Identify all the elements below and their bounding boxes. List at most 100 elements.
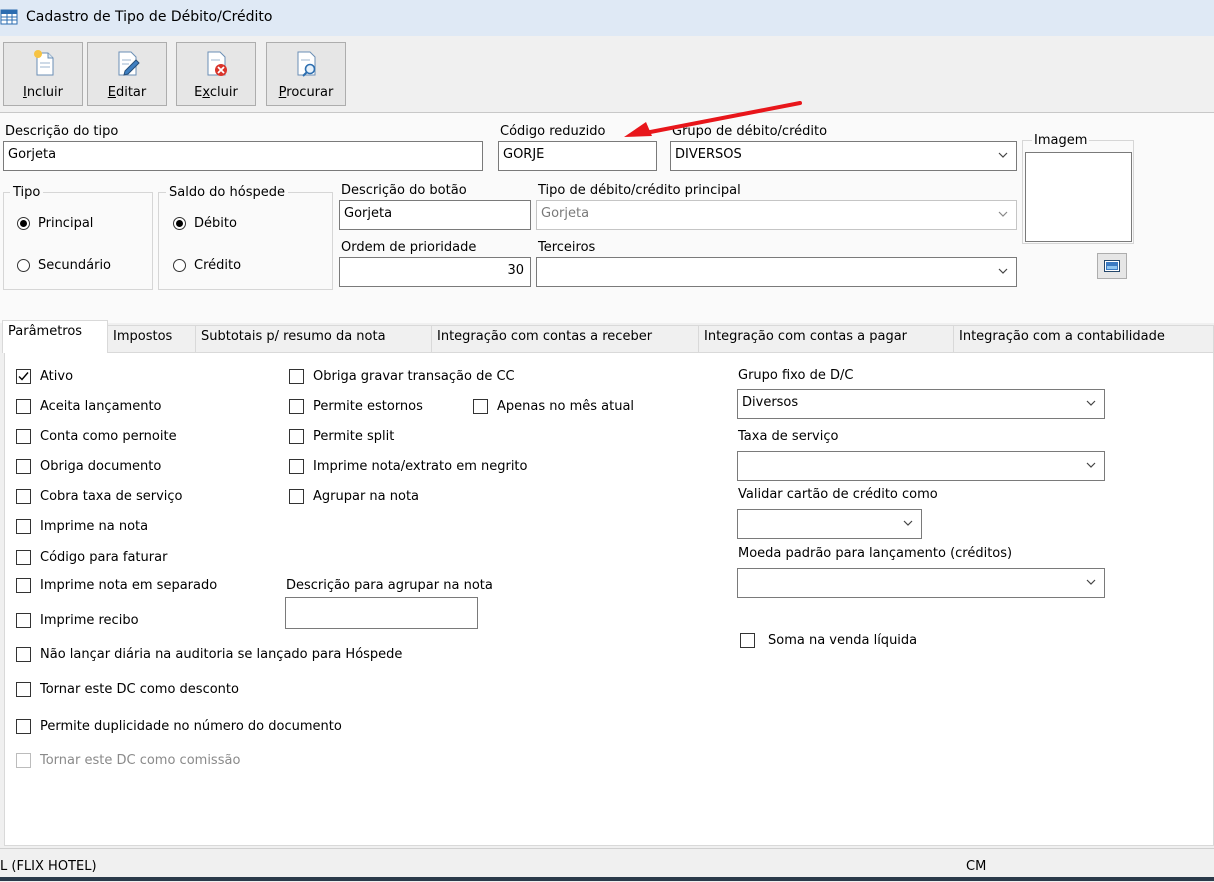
moeda-padrao-label: Moeda padrão para lançamento (créditos) (738, 546, 1013, 561)
imagem-label: Imagem (1032, 133, 1090, 148)
checkmark-icon (18, 372, 29, 381)
descricao-botao-label: Descrição do botão (341, 183, 467, 198)
tab-parametros-label: Parâmetros (8, 324, 83, 339)
grupo-dc-select[interactable]: DIVERSOS (670, 141, 1017, 171)
codigo-faturar-checkbox[interactable] (16, 550, 31, 565)
obriga-transacao-cc-label: Obriga gravar transação de CC (313, 369, 515, 384)
tab-parametros[interactable]: Parâmetros (2, 320, 108, 353)
cobra-taxa-servico-checkbox[interactable] (16, 489, 31, 504)
descricao-botao-input[interactable]: Gorjeta (339, 200, 531, 230)
ordem-prioridade-input[interactable]: 30 (339, 257, 531, 287)
grupo-fixo-value: Diversos (742, 395, 799, 410)
window-title: Cadastro de Tipo de Débito/Crédito (26, 9, 273, 25)
dc-desconto-label: Tornar este DC como desconto (40, 682, 239, 697)
tab-contabilidade[interactable]: Integração com a contabilidade (953, 325, 1214, 352)
chevron-down-icon (1086, 579, 1096, 585)
imprime-recibo-label: Imprime recibo (40, 613, 139, 628)
permite-split-checkbox[interactable] (289, 429, 304, 444)
soma-venda-checkbox[interactable] (740, 633, 755, 648)
tipo-secundario-radio[interactable] (17, 259, 30, 272)
dc-desconto-checkbox[interactable] (16, 682, 31, 697)
permite-estornos-checkbox[interactable] (289, 399, 304, 414)
editar-accesskey: E (107, 85, 116, 100)
saldo-debito-radio[interactable] (173, 217, 186, 230)
incluir-label: ncluir (26, 85, 64, 100)
descricao-agrupar-label: Descrição para agrupar na nota (286, 578, 493, 593)
status-right: CM (966, 859, 987, 874)
obriga-documento-label: Obriga documento (40, 459, 162, 474)
saldo-hospede-group (158, 192, 333, 290)
chevron-down-icon (903, 520, 913, 526)
codigo-faturar-label: Código para faturar (40, 550, 168, 565)
parametros-tab-page (4, 352, 1214, 846)
status-left: L (FLIX HOTEL) (0, 859, 97, 874)
ativo-label: Ativo (40, 369, 74, 384)
imagem-preview[interactable] (1025, 152, 1132, 242)
chevron-down-icon (998, 211, 1008, 217)
tipo-group (3, 192, 153, 290)
imprime-negrito-checkbox[interactable] (289, 459, 304, 474)
obriga-documento-checkbox[interactable] (16, 459, 31, 474)
grupo-dc-value: DIVERSOS (675, 147, 742, 162)
tab-impostos-label: Impostos (113, 329, 173, 344)
imprime-nota-checkbox[interactable] (16, 519, 31, 534)
tab-contas-receber-label: Integração com contas a receber (437, 329, 653, 344)
edit-document-icon (118, 51, 140, 76)
saldo-credito-label: Crédito (194, 258, 242, 273)
tab-contas-receber[interactable]: Integração com contas a receber (431, 325, 699, 352)
descricao-agrupar-input[interactable] (285, 597, 478, 629)
codigo-reduzido-input[interactable]: GORJE (498, 141, 657, 171)
tipo-principal-label: Principal (38, 216, 94, 231)
permite-duplicidade-checkbox[interactable] (16, 719, 31, 734)
validar-cartao-select[interactable] (737, 509, 922, 539)
new-document-icon (34, 50, 54, 76)
chevron-down-icon (998, 268, 1008, 274)
tab-subtotais[interactable]: Subtotais p/ resumo da nota (195, 325, 432, 352)
imagem-load-button[interactable] (1097, 253, 1127, 279)
saldo-hospede-label: Saldo do hóspede (166, 185, 288, 200)
conta-pernoite-checkbox[interactable] (16, 429, 31, 444)
permite-split-label: Permite split (313, 429, 395, 444)
codigo-reduzido-label: Código reduzido (500, 124, 606, 139)
procurar-button[interactable]: Procurar (266, 42, 346, 106)
imprime-recibo-checkbox[interactable] (16, 613, 31, 628)
tipo-principal-radio[interactable] (17, 217, 30, 230)
terceiros-select[interactable] (536, 257, 1017, 287)
imprime-negrito-label: Imprime nota/extrato em negrito (313, 459, 528, 474)
delete-document-icon (207, 51, 227, 76)
imprime-nota-separado-checkbox[interactable] (16, 578, 31, 593)
moeda-padrao-select[interactable] (737, 568, 1105, 598)
agrupar-nota-checkbox[interactable] (289, 489, 304, 504)
permite-duplicidade-label: Permite duplicidade no número do documen… (40, 719, 342, 734)
aceita-lancamento-checkbox[interactable] (16, 399, 31, 414)
grupo-fixo-select[interactable]: Diversos (737, 389, 1105, 419)
excluir-button[interactable]: Excluir (176, 42, 256, 106)
agrupar-nota-label: Agrupar na nota (313, 489, 420, 504)
aceita-lancamento-label: Aceita lançamento (40, 399, 162, 414)
chevron-down-icon (1086, 462, 1096, 468)
permite-estornos-label: Permite estornos (313, 399, 423, 414)
tab-impostos[interactable]: Impostos (107, 325, 196, 352)
dc-comissao-label: Tornar este DC como comissão (40, 753, 241, 768)
descricao-tipo-input[interactable]: Gorjeta (3, 141, 483, 171)
apenas-mes-atual-label: Apenas no mês atual (497, 399, 635, 414)
validar-cartao-label: Validar cartão de crédito como (738, 487, 938, 502)
ativo-checkbox[interactable] (16, 369, 31, 384)
editar-button[interactable]: Editar (87, 42, 167, 106)
tipo-principal-dc-select[interactable]: Gorjeta (536, 200, 1017, 230)
saldo-debito-label: Débito (194, 216, 237, 231)
obriga-transacao-cc-checkbox[interactable] (289, 369, 304, 384)
dc-comissao-checkbox[interactable] (16, 753, 31, 768)
descricao-tipo-label: Descrição do tipo (5, 124, 119, 139)
saldo-credito-radio[interactable] (173, 259, 186, 272)
apenas-mes-atual-checkbox[interactable] (473, 399, 488, 414)
taxa-servico-select[interactable] (737, 451, 1105, 481)
nao-lancar-diaria-checkbox[interactable] (16, 647, 31, 662)
chevron-down-icon (998, 152, 1008, 158)
tab-contas-pagar[interactable]: Integração com contas a pagar (698, 325, 954, 352)
excluir-label: cluir (209, 85, 238, 100)
annotation-arrow-icon (624, 101, 802, 137)
incluir-button[interactable]: Incluir (3, 42, 83, 106)
nao-lancar-diaria-label: Não lançar diária na auditoria se lançad… (40, 647, 403, 662)
imprime-nota-label: Imprime na nota (40, 519, 149, 534)
